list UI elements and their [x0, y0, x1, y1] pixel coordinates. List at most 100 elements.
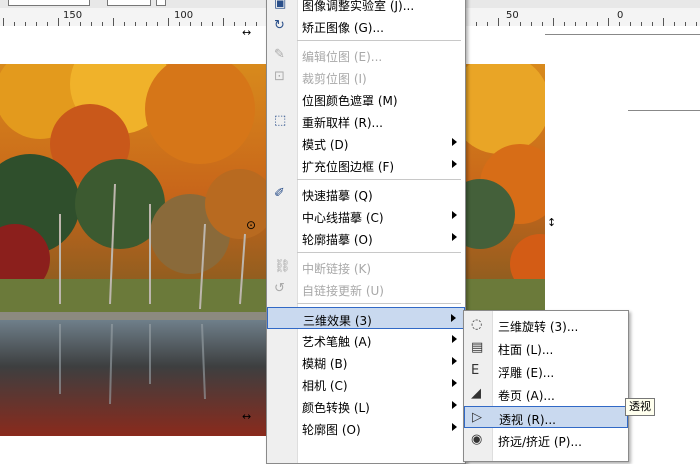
menu-separator: [297, 179, 461, 180]
submenu-arrow-icon: [452, 160, 457, 168]
page-border: [545, 34, 700, 35]
submenu-item-label: 浮雕 (E)...: [498, 366, 555, 380]
3d-rotate-icon: ◌: [471, 317, 483, 332]
menu-item-label: 编辑位图 (E)...: [302, 50, 383, 64]
break-link-icon: ⛓: [274, 259, 291, 274]
menu-item-label: 扩充位图边框 (F): [302, 160, 395, 174]
size-field[interactable]: [107, 0, 151, 6]
menu-separator: [297, 303, 461, 304]
menu-item-label: 艺术笔触 (A): [302, 335, 372, 349]
menu-item[interactable]: 三维效果 (3): [267, 307, 465, 329]
submenu-arrow-icon: [451, 314, 456, 322]
page-border: [628, 110, 700, 111]
ruler-tick: [553, 18, 554, 26]
image-lab-icon: ▣: [274, 0, 287, 11]
update-link-icon: ↺: [274, 281, 285, 296]
crop-bitmap-icon: ⊡: [274, 69, 285, 84]
menu-item-label: 中断链接 (K): [302, 262, 372, 276]
submenu-arrow-icon: [452, 138, 457, 146]
menu-item[interactable]: 轮廓图 (O): [267, 417, 465, 439]
resize-handle[interactable]: ↔: [242, 410, 251, 423]
menu-item[interactable]: ↻ 矫正图像 (G)...: [267, 15, 465, 37]
menu-item[interactable]: 扩充位图边框 (F): [267, 154, 465, 176]
menu-item-label: 颜色转换 (L): [302, 401, 370, 415]
menu-item[interactable]: ⛓ 中断链接 (K): [267, 256, 465, 278]
submenu-item[interactable]: E 浮雕 (E)...: [464, 360, 628, 382]
submenu-item-label: 卷页 (A)...: [498, 389, 555, 403]
resize-handle[interactable]: ↕: [547, 216, 556, 229]
ruler-label-150: 150: [63, 10, 83, 21]
resize-handle[interactable]: ↔: [242, 26, 251, 39]
submenu-item[interactable]: ▷ 透视 (R)...: [464, 406, 628, 428]
submenu-arrow-icon: [452, 423, 457, 431]
submenu-item[interactable]: ◉ 挤远/挤近 (P)...: [464, 429, 628, 451]
ruler-tick: [3, 18, 4, 26]
submenu-arrow-icon: [452, 211, 457, 219]
quick-trace-icon: ✐: [274, 186, 285, 201]
menu-item-label: 图像调整实验室 (J)...: [302, 0, 415, 13]
menu-item-label: 裁剪位图 (I): [302, 72, 367, 86]
menu-item-label: 相机 (C): [302, 379, 348, 393]
menu-separator: [297, 252, 461, 253]
ruler-tick: [58, 18, 59, 26]
resample-icon: ⬚: [274, 113, 287, 128]
submenu-item-label: 挤远/挤近 (P)...: [498, 435, 582, 449]
ruler-tick: [608, 18, 609, 26]
menu-item[interactable]: ✎ 编辑位图 (E)...: [267, 44, 465, 66]
submenu-item-label: 三维旋转 (3)...: [498, 320, 579, 334]
ruler-tick: [663, 18, 664, 26]
straighten-image-icon: ↻: [274, 18, 285, 33]
submenu-item-label: 透视 (R)...: [499, 413, 556, 427]
menu-item[interactable]: 颜色转换 (L): [267, 395, 465, 417]
submenu-arrow-icon: [452, 233, 457, 241]
ruler-label-50: 50: [506, 10, 519, 21]
menu-item[interactable]: 模糊 (B): [267, 351, 465, 373]
menu-item[interactable]: ↺ 自链接更新 (U): [267, 278, 465, 300]
unit-field[interactable]: [156, 0, 166, 6]
3d-effects-submenu: ◌ 三维旋转 (3)... ▤ 柱面 (L)... E 浮雕 (E)... ◢ 卷页 (A).…: [463, 310, 629, 462]
menu-item[interactable]: ✐ 快速描摹 (Q): [267, 183, 465, 205]
emboss-icon: E: [471, 363, 480, 378]
pinch-punch-icon: ◉: [471, 432, 483, 447]
position-field[interactable]: [8, 0, 90, 6]
ruler-tick: [168, 18, 169, 26]
page-curl-icon: ◢: [471, 386, 481, 401]
submenu-arrow-icon: [452, 401, 457, 409]
menu-item-label: 中心线描摹 (C): [302, 211, 384, 225]
menu-item-label: 轮廓图 (O): [302, 423, 361, 437]
menu-item-label: 位图颜色遮罩 (M): [302, 94, 398, 108]
edit-bitmap-icon: ✎: [274, 47, 285, 62]
menu-separator: [297, 40, 461, 41]
submenu-arrow-icon: [452, 357, 457, 365]
submenu-item[interactable]: ▤ 柱面 (L)...: [464, 337, 628, 359]
menu-item[interactable]: 艺术笔触 (A): [267, 329, 465, 351]
menu-item[interactable]: 位图颜色遮罩 (M): [267, 88, 465, 110]
ruler-label-100: 100: [174, 10, 194, 21]
menu-item-label: 矫正图像 (G)...: [302, 21, 384, 35]
menu-item[interactable]: ▣ 图像调整实验室 (J)...: [267, 0, 465, 15]
ruler-tick: [113, 18, 114, 26]
menu-item[interactable]: ⬚ 重新取样 (R)...: [267, 110, 465, 132]
submenu-item-label: 柱面 (L)...: [498, 343, 554, 357]
menu-item-label: 轮廓描摹 (O): [302, 233, 373, 247]
menu-item[interactable]: 中心线描摹 (C): [267, 205, 465, 227]
menu-item-label: 重新取样 (R)...: [302, 116, 383, 130]
submenu-item[interactable]: ◢ 卷页 (A)...: [464, 383, 628, 405]
menu-item-label: 模糊 (B): [302, 357, 348, 371]
rotation-center-icon[interactable]: ⊙: [246, 218, 256, 232]
menu-item-label: 三维效果 (3): [303, 314, 372, 328]
ruler-tick: [498, 18, 499, 26]
submenu-arrow-icon: [452, 379, 457, 387]
menu-item-label: 自链接更新 (U): [302, 284, 384, 298]
ruler-tick: [223, 18, 224, 26]
menu-item[interactable]: 模式 (D): [267, 132, 465, 154]
perspective-icon: ▷: [472, 410, 482, 425]
bitmaps-menu: ▣ 图像调整实验室 (J)... ↻ 矫正图像 (G)... ✎ 编辑位图 (E)... ⊡…: [266, 0, 466, 464]
submenu-item[interactable]: ◌ 三维旋转 (3)...: [464, 314, 628, 336]
menu-item[interactable]: 相机 (C): [267, 373, 465, 395]
tooltip: 透视: [625, 398, 655, 416]
menu-item[interactable]: 轮廓描摹 (O): [267, 227, 465, 249]
ruler-label-0: 0: [617, 10, 624, 21]
cylinder-icon: ▤: [471, 340, 484, 355]
menu-item[interactable]: ⊡ 裁剪位图 (I): [267, 66, 465, 88]
